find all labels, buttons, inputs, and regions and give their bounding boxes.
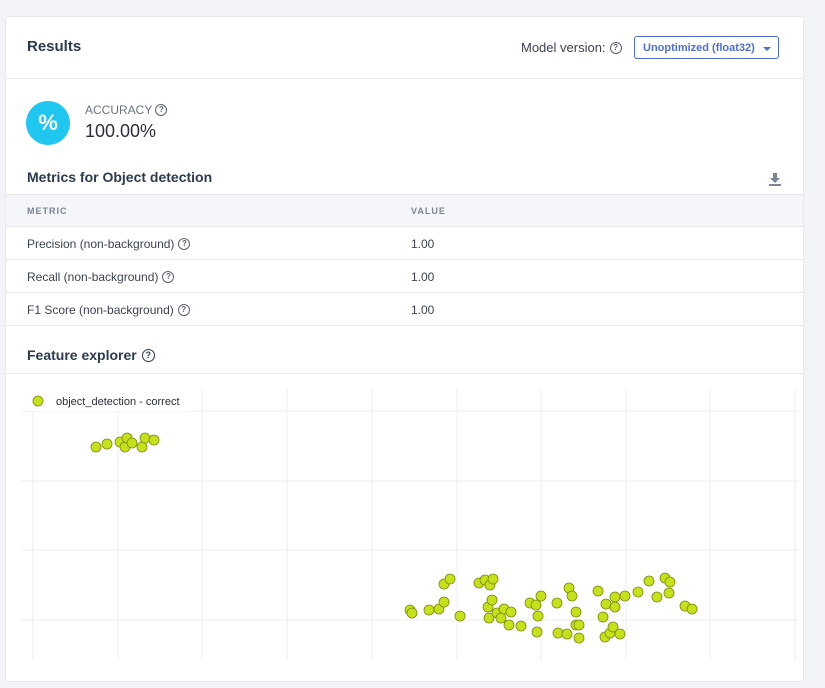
data-point[interactable]: [503, 619, 515, 631]
data-point[interactable]: [561, 628, 573, 640]
data-point[interactable]: [423, 604, 435, 616]
chevron-down-icon: [763, 47, 771, 51]
table-row: Precision (non-background)? 1.00: [6, 227, 803, 260]
data-point[interactable]: [101, 438, 113, 450]
data-point[interactable]: [566, 590, 578, 602]
model-version-text: Model version:: [521, 40, 606, 55]
help-icon[interactable]: ?: [155, 104, 168, 116]
metric-name-text: F1 Score (non-background): [27, 303, 174, 317]
data-point[interactable]: [486, 594, 498, 606]
metric-value: 1.00: [411, 237, 435, 251]
accuracy-label-text: ACCURACY: [85, 103, 153, 117]
data-point[interactable]: [444, 573, 456, 585]
data-point[interactable]: [643, 575, 655, 587]
data-point[interactable]: [663, 587, 675, 599]
data-point[interactable]: [552, 627, 564, 639]
data-point[interactable]: [139, 432, 151, 444]
chart-points: [90, 432, 698, 644]
results-header: Results Model version: ? Unoptimized (fl…: [6, 17, 803, 79]
metric-name: Recall (non-background)?: [27, 270, 175, 284]
data-point[interactable]: [651, 591, 663, 603]
help-icon[interactable]: ?: [177, 304, 190, 316]
feature-explorer-title-text: Feature explorer: [27, 347, 137, 363]
metric-name-text: Recall (non-background): [27, 270, 159, 284]
data-point[interactable]: [614, 628, 626, 640]
page-title: Results: [27, 38, 82, 55]
table-row: F1 Score (non-background)? 1.00: [6, 293, 803, 326]
model-version-select[interactable]: Unoptimized (float32): [634, 36, 779, 59]
data-point[interactable]: [532, 610, 544, 622]
data-point[interactable]: [573, 619, 585, 631]
legend-marker: [32, 395, 44, 407]
help-icon[interactable]: ?: [178, 238, 191, 250]
accuracy-label: ACCURACY ?: [85, 103, 168, 117]
download-icon[interactable]: [768, 172, 782, 186]
metrics-title: Metrics for Object detection: [27, 169, 213, 185]
column-header-metric: METRIC: [27, 206, 68, 216]
data-point[interactable]: [573, 632, 585, 644]
data-point[interactable]: [551, 597, 563, 609]
help-icon[interactable]: ?: [162, 271, 175, 283]
legend-label[interactable]: object_detection - correct: [56, 396, 180, 408]
data-point[interactable]: [515, 620, 527, 632]
data-point[interactable]: [406, 607, 418, 619]
model-version-value: Unoptimized (float32): [643, 42, 755, 54]
table-row: Recall (non-background)? 1.00: [6, 260, 803, 293]
data-point[interactable]: [597, 611, 609, 623]
table-header: METRIC VALUE: [6, 194, 803, 227]
column-header-value: VALUE: [411, 206, 446, 216]
data-point[interactable]: [609, 601, 621, 613]
metric-value: 1.00: [411, 270, 435, 284]
data-point[interactable]: [531, 626, 543, 638]
help-icon[interactable]: ?: [141, 348, 155, 362]
results-card: Results Model version: ? Unoptimized (fl…: [5, 16, 804, 682]
data-point[interactable]: [664, 576, 676, 588]
data-point[interactable]: [609, 591, 621, 603]
feature-explorer-chart[interactable]: object_detection - correct: [6, 374, 803, 681]
metric-value: 1.00: [411, 303, 435, 317]
data-point[interactable]: [535, 590, 547, 602]
data-point[interactable]: [632, 586, 644, 598]
help-icon[interactable]: ?: [609, 41, 622, 54]
data-point[interactable]: [619, 590, 631, 602]
data-point[interactable]: [136, 441, 148, 453]
percent-icon: %: [26, 101, 70, 145]
model-version-label: Model version: ?: [521, 40, 622, 55]
metrics-table: METRIC VALUE Precision (non-background)?…: [6, 194, 803, 326]
metric-name-text: Precision (non-background): [27, 237, 175, 251]
accuracy-value: 100.00%: [85, 121, 157, 141]
data-point[interactable]: [148, 434, 160, 446]
data-point[interactable]: [126, 437, 138, 449]
metric-name: Precision (non-background)?: [27, 237, 191, 251]
data-point[interactable]: [487, 573, 499, 585]
metric-name: F1 Score (non-background)?: [27, 303, 190, 317]
data-point[interactable]: [600, 598, 612, 610]
data-point[interactable]: [495, 612, 507, 624]
data-point[interactable]: [454, 610, 466, 622]
data-point[interactable]: [530, 599, 542, 611]
data-point[interactable]: [592, 585, 604, 597]
data-point[interactable]: [570, 606, 582, 618]
chart-grid: [21, 389, 798, 660]
data-point[interactable]: [438, 596, 450, 608]
data-point[interactable]: [90, 441, 102, 453]
data-point[interactable]: [505, 606, 517, 618]
feature-explorer-title: Feature explorer ?: [27, 347, 155, 363]
data-point[interactable]: [686, 603, 698, 615]
